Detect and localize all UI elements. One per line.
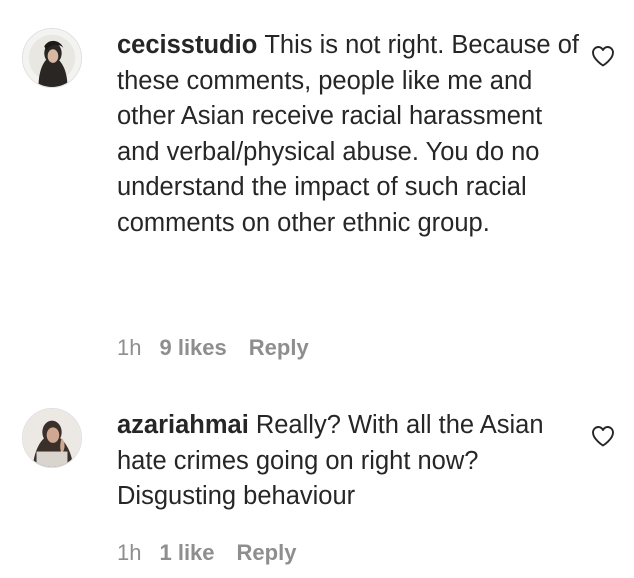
reply-button[interactable]: Reply bbox=[237, 540, 297, 565]
comment-timestamp[interactable]: 1h bbox=[117, 540, 141, 565]
comment-username[interactable]: azariahmai bbox=[117, 411, 249, 439]
like-button[interactable] bbox=[591, 425, 615, 447]
avatar-photo bbox=[23, 409, 81, 467]
comment-meta: 1h 9 likes Reply bbox=[117, 334, 309, 362]
comment-text-block: azariahmai Really? With all the Asian hat… bbox=[117, 408, 587, 515]
likes-count[interactable]: 1 like bbox=[159, 540, 214, 565]
avatar[interactable] bbox=[22, 408, 82, 468]
avatar[interactable] bbox=[22, 28, 82, 88]
comment-body: This is not right. Because of these comm… bbox=[117, 31, 579, 237]
reply-button[interactable]: Reply bbox=[249, 335, 309, 360]
comment-username[interactable]: cecisstudio bbox=[117, 31, 257, 59]
comment-text-block: cecisstudio This is not right. Because of… bbox=[117, 28, 587, 241]
likes-count[interactable]: 9 likes bbox=[159, 335, 226, 360]
comment-meta: 1h 1 like Reply bbox=[117, 539, 296, 567]
avatar-photo bbox=[23, 29, 81, 87]
heart-outline-icon bbox=[592, 426, 614, 447]
comment-timestamp[interactable]: 1h bbox=[117, 335, 141, 360]
like-button[interactable] bbox=[591, 45, 615, 67]
heart-outline-icon bbox=[592, 46, 614, 67]
